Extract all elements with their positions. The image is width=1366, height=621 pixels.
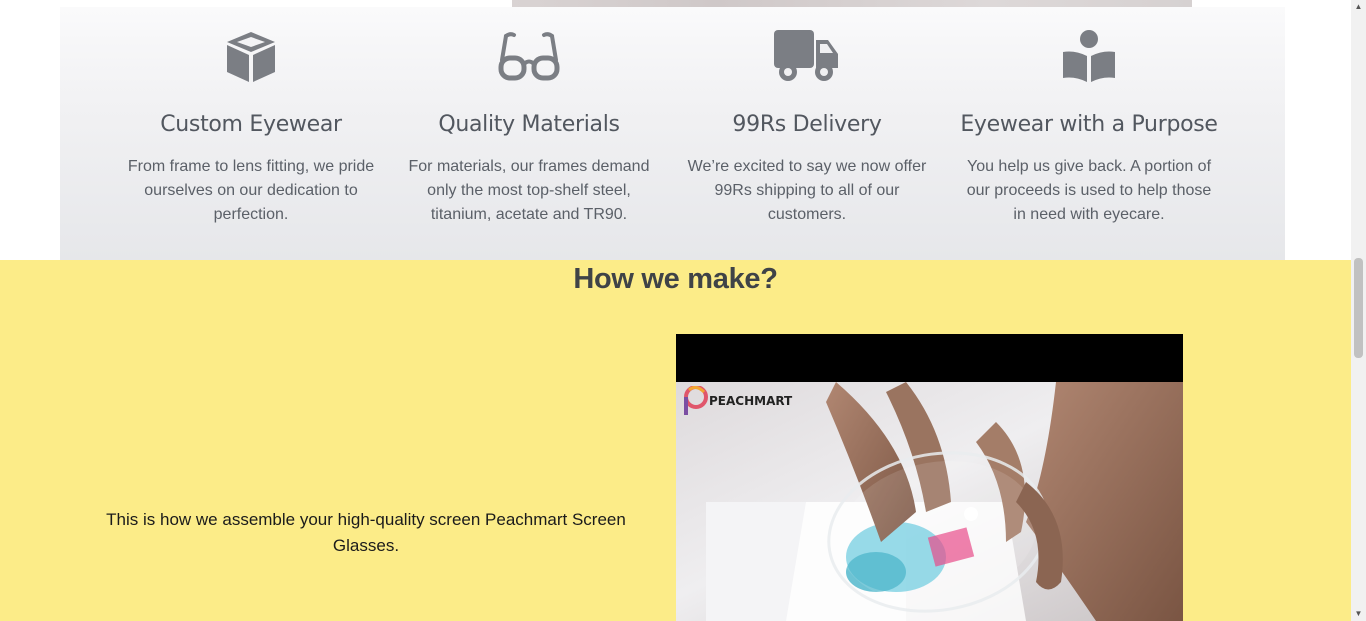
feature-description: You help us give back. A portion of our …: [966, 158, 1212, 223]
feature-description: We’re excited to say we now offer 99Rs s…: [687, 158, 927, 223]
video-player[interactable]: PEACHMART: [676, 334, 1183, 621]
section-heading: How we make?: [573, 263, 778, 295]
brand-logo: PEACHMART: [684, 386, 792, 416]
peach-logo-icon: [684, 386, 708, 415]
section-description: This is how we assemble your high-qualit…: [106, 510, 626, 555]
video-letterbox: [676, 334, 1183, 382]
features-section: Custom Eyewear From frame to lens fittin…: [60, 7, 1285, 260]
scroll-down-arrow-icon[interactable]: ▼: [1351, 607, 1366, 621]
feature-title: Custom Eyewear: [160, 112, 342, 137]
truck-icon: [772, 27, 842, 87]
scrollbar-thumb[interactable]: [1354, 258, 1363, 358]
scroll-up-arrow-icon[interactable]: ▲: [1351, 0, 1366, 14]
box-icon: [216, 27, 286, 87]
feature-description: From frame to lens fitting, we pride our…: [127, 158, 375, 223]
top-image-strip: [512, 0, 1192, 7]
reader-icon: [1054, 27, 1124, 87]
feature-title: 99Rs Delivery: [732, 112, 882, 137]
page-scrollbar[interactable]: ▲ ▼: [1351, 0, 1366, 621]
brand-name: PEACHMART: [709, 394, 793, 408]
how-we-make-section: How we make? This is how we assemble you…: [0, 260, 1351, 621]
feature-title: Eyewear with a Purpose: [960, 112, 1218, 137]
video-frame[interactable]: PEACHMART: [676, 382, 1183, 621]
video-thumbnail: [676, 382, 1183, 621]
glasses-icon: [494, 27, 564, 87]
feature-description: For materials, our frames demand only th…: [408, 158, 650, 223]
feature-title: Quality Materials: [438, 112, 620, 137]
